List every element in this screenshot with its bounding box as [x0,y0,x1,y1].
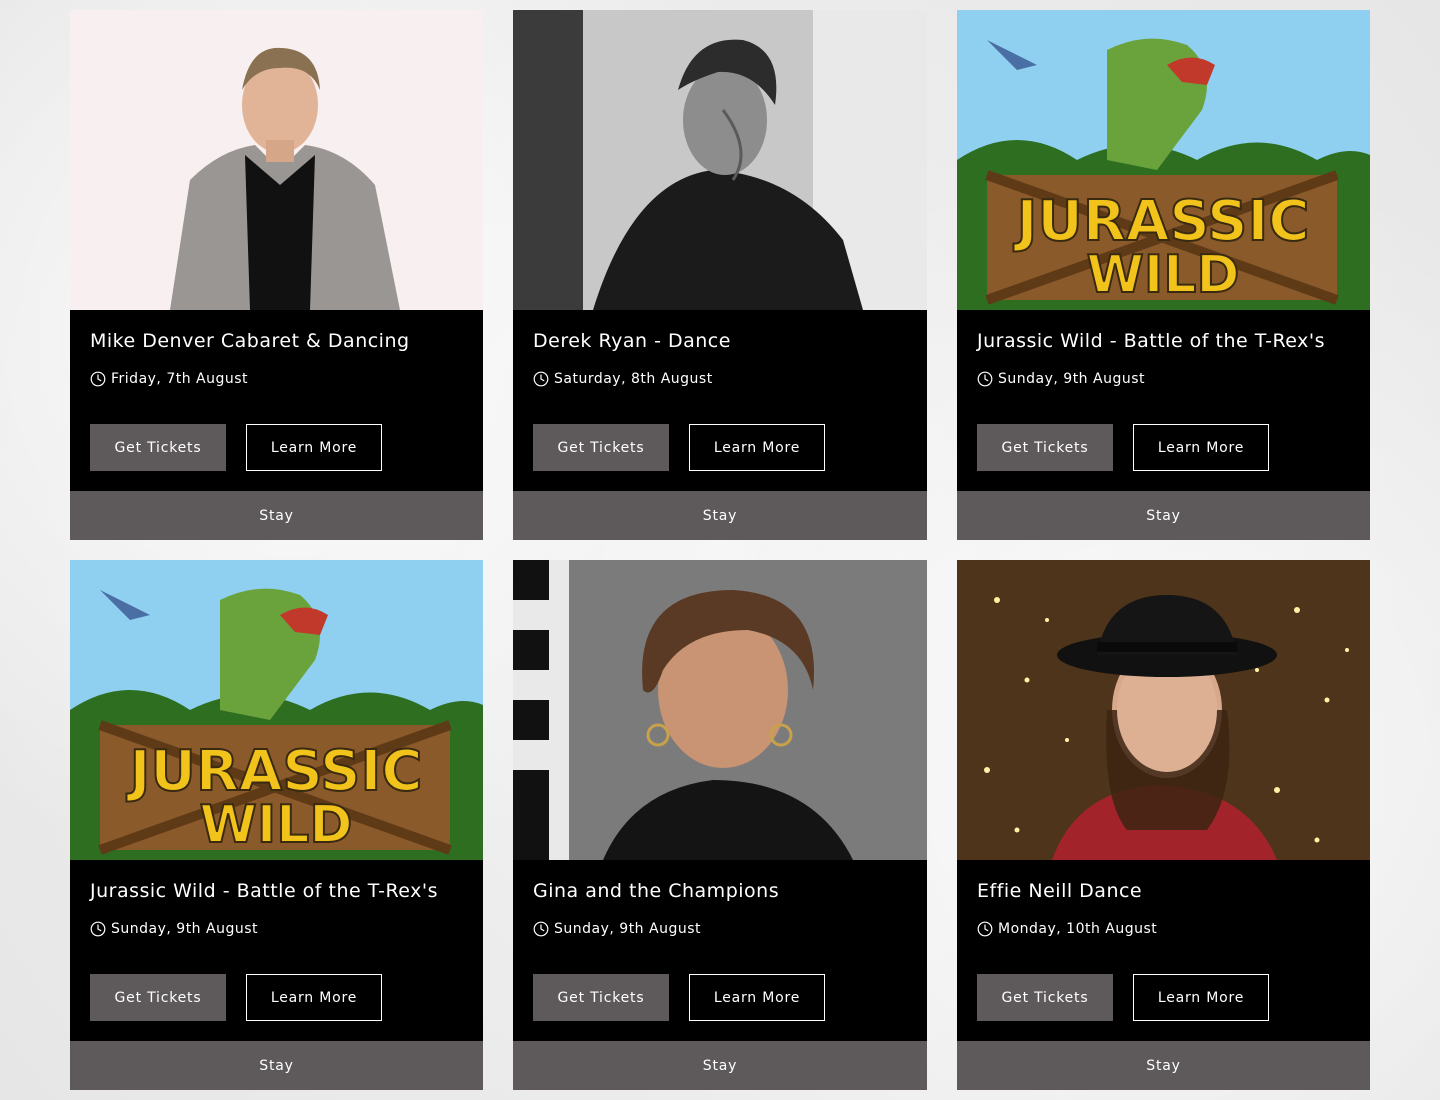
event-date: Monday, 10th August [977,921,1157,937]
event-card: Effie Neill Dance Monday, 10th August Ge… [957,560,1370,1090]
event-date-text: Sunday, 9th August [554,921,701,937]
event-card: JURASSIC WILD Jurassic Wild - Battle of … [70,560,483,1090]
get-tickets-button[interactable]: Get Tickets [977,424,1113,471]
stay-button[interactable]: Stay [957,1041,1370,1090]
gina-photo [513,560,927,860]
event-title[interactable]: Effie Neill Dance [977,880,1142,902]
event-date: Saturday, 8th August [533,371,713,387]
get-tickets-button[interactable]: Get Tickets [90,424,226,471]
event-date: Sunday, 9th August [977,371,1145,387]
event-date-text: Monday, 10th August [998,921,1158,937]
learn-more-button[interactable]: Learn More [689,424,825,471]
clock-icon [90,921,106,937]
stay-button[interactable]: Stay [70,1041,483,1090]
jurassic-wild-poster: JURASSIC WILD [957,10,1370,310]
get-tickets-button[interactable]: Get Tickets [90,974,226,1021]
event-details: Gina and the Champions Sunday, 9th Augus… [513,860,927,1041]
learn-more-button[interactable]: Learn More [1133,424,1269,471]
event-date-text: Sunday, 9th August [998,371,1145,387]
poster-word-2: WILD [1086,245,1239,305]
clock-icon [977,921,993,937]
get-tickets-button[interactable]: Get Tickets [533,974,669,1021]
event-card: Derek Ryan - Dance Saturday, 8th August … [513,10,927,540]
event-image[interactable] [513,10,927,310]
event-image[interactable]: JURASSIC WILD [957,10,1370,310]
event-details: Jurassic Wild - Battle of the T-Rex's Su… [957,310,1370,491]
jurassic-wild-poster: JURASSIC WILD [70,560,483,860]
learn-more-button[interactable]: Learn More [1133,974,1269,1021]
event-date-text: Saturday, 8th August [554,371,713,387]
clock-icon [977,371,993,387]
learn-more-button[interactable]: Learn More [246,424,382,471]
event-date: Sunday, 9th August [90,921,258,937]
event-image[interactable] [70,10,483,310]
stay-button[interactable]: Stay [957,491,1370,540]
effie-neill-photo [957,560,1370,860]
event-title[interactable]: Mike Denver Cabaret & Dancing [90,330,410,352]
event-details: Mike Denver Cabaret & Dancing Friday, 7t… [70,310,483,491]
get-tickets-button[interactable]: Get Tickets [977,974,1113,1021]
get-tickets-button[interactable]: Get Tickets [533,424,669,471]
clock-icon [90,371,106,387]
clock-icon [533,921,549,937]
stay-button[interactable]: Stay [513,491,927,540]
event-grid: Mike Denver Cabaret & Dancing Friday, 7t… [70,10,1370,1090]
mike-denver-photo [70,10,483,310]
learn-more-button[interactable]: Learn More [246,974,382,1021]
event-details: Derek Ryan - Dance Saturday, 8th August … [513,310,927,491]
event-image[interactable] [513,560,927,860]
event-title[interactable]: Jurassic Wild - Battle of the T-Rex's [977,330,1325,352]
event-date-text: Sunday, 9th August [111,921,258,937]
event-title[interactable]: Derek Ryan - Dance [533,330,731,352]
event-card: Mike Denver Cabaret & Dancing Friday, 7t… [70,10,483,540]
event-date: Sunday, 9th August [533,921,701,937]
learn-more-button[interactable]: Learn More [689,974,825,1021]
event-image[interactable] [957,560,1370,860]
event-date: Friday, 7th August [90,371,248,387]
stay-button[interactable]: Stay [513,1041,927,1090]
stay-button[interactable]: Stay [70,491,483,540]
event-image[interactable]: JURASSIC WILD [70,560,483,860]
event-card: Gina and the Champions Sunday, 9th Augus… [513,560,927,1090]
event-details: Effie Neill Dance Monday, 10th August Ge… [957,860,1370,1041]
event-details: Jurassic Wild - Battle of the T-Rex's Su… [70,860,483,1041]
event-title[interactable]: Jurassic Wild - Battle of the T-Rex's [90,880,438,902]
event-card: JURASSIC WILD Jurassic Wild - Battle of … [957,10,1370,540]
event-title[interactable]: Gina and the Champions [533,880,779,902]
clock-icon [533,371,549,387]
poster-word-2: WILD [199,795,352,855]
event-date-text: Friday, 7th August [111,371,249,387]
derek-ryan-photo [513,10,927,310]
